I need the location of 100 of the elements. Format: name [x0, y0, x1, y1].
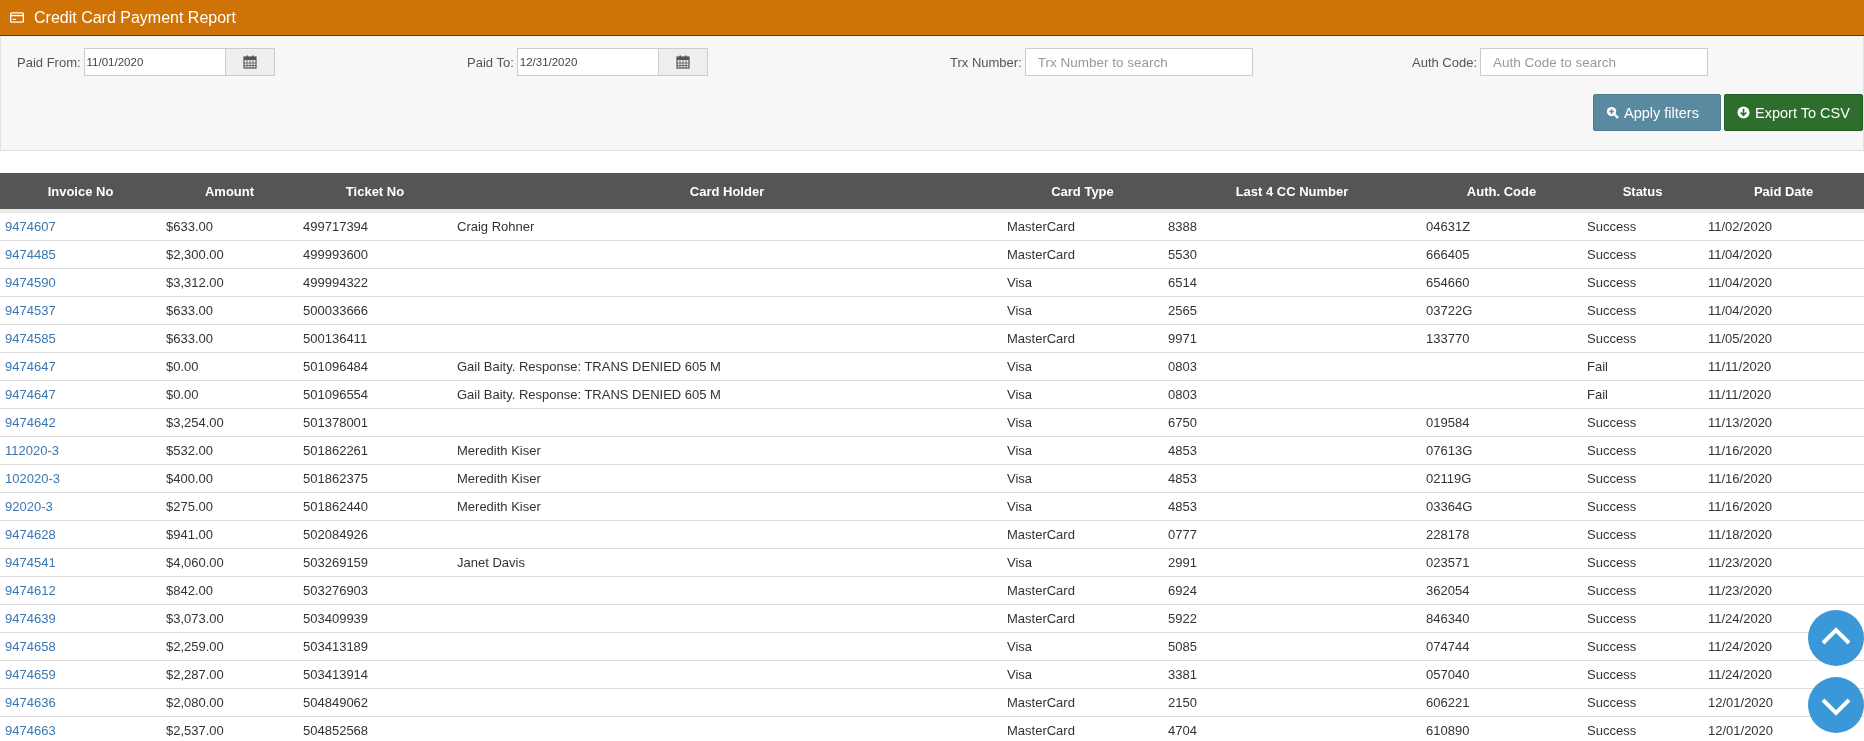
table-cell: Success [1587, 583, 1637, 598]
invoice-link[interactable]: 9474590 [5, 275, 56, 290]
table-cell: 501096484 [303, 359, 369, 374]
invoice-link[interactable]: 102020-3 [5, 471, 60, 486]
invoice-link[interactable]: 9474647 [5, 387, 56, 402]
scroll-up-button[interactable] [1808, 610, 1864, 666]
table-cell: Visa [1007, 443, 1033, 458]
invoice-link[interactable]: 9474659 [5, 667, 56, 682]
table-cell: 11/04/2020 [1708, 247, 1773, 262]
table-cell: 4704 [1168, 723, 1197, 738]
table-cell: Janet Davis [457, 555, 525, 570]
invoice-link[interactable]: 9474647 [5, 359, 56, 374]
column-header: Paid Date [1752, 183, 1815, 199]
table-cell: $400.00 [166, 471, 213, 486]
table-cell: MasterCard [1007, 331, 1075, 346]
table-cell: 2150 [1168, 695, 1197, 710]
table-cell: 501096554 [303, 387, 369, 402]
table-cell: 4853 [1168, 443, 1197, 458]
table-cell: MasterCard [1007, 695, 1075, 710]
table-cell: $2,537.00 [166, 723, 224, 738]
invoice-link[interactable]: 9474541 [5, 555, 56, 570]
column-header: Card Type [1050, 183, 1115, 199]
search-field[interactable]: Auth Code to search [1480, 48, 1709, 76]
table-cell: 666405 [1426, 247, 1470, 262]
column-header: Amount [203, 183, 256, 199]
invoice-link[interactable]: 9474642 [5, 415, 56, 430]
table-cell: 503413914 [303, 667, 369, 682]
table-cell: 846340 [1426, 611, 1470, 626]
apply-filters-button[interactable]: Apply filters [1593, 94, 1721, 131]
field-label: Paid To: [467, 54, 514, 70]
date-field[interactable]: 11/01/2020 [83, 48, 226, 76]
table-cell: 8388 [1168, 219, 1197, 234]
table-cell: 11/18/2020 [1708, 527, 1773, 542]
table-cell: 2565 [1168, 303, 1197, 318]
table-cell: 5530 [1168, 247, 1197, 262]
table-cell: 3381 [1168, 667, 1197, 682]
table-cell: 11/05/2020 [1708, 331, 1773, 346]
table-cell: Craig Rohner [457, 219, 535, 234]
table-cell: $3,073.00 [166, 611, 224, 626]
field-label: Auth Code: [1412, 54, 1478, 70]
table-cell: 499993600 [303, 247, 369, 262]
zoom-in-icon [1606, 106, 1619, 119]
download-icon [1737, 106, 1750, 119]
invoice-link[interactable]: 9474628 [5, 527, 56, 542]
invoice-link[interactable]: 9474639 [5, 611, 56, 626]
table-cell: Visa [1007, 555, 1033, 570]
invoice-link[interactable]: 9474607 [5, 219, 56, 234]
table-cell: 11/13/2020 [1708, 415, 1773, 430]
calendar-icon [242, 55, 257, 69]
table-cell: 503409939 [303, 611, 369, 626]
table-cell: $0.00 [166, 359, 199, 374]
table-cell: Success [1587, 331, 1637, 346]
table-cell: MasterCard [1007, 583, 1075, 598]
calendar-button[interactable] [658, 48, 708, 76]
table-cell: 11/11/2020 [1708, 387, 1772, 402]
column-header: Card Holder [688, 183, 766, 199]
search-field[interactable]: Trx Number to search [1024, 48, 1253, 76]
table-cell: $941.00 [166, 527, 213, 542]
invoice-link[interactable]: 9474485 [5, 247, 56, 262]
table-cell: $633.00 [166, 219, 213, 234]
date-field[interactable]: 12/31/2020 [516, 48, 659, 76]
column-header: Last 4 CC Number [1234, 183, 1350, 199]
table-cell: $2,259.00 [166, 639, 224, 654]
table-cell: $2,080.00 [166, 695, 224, 710]
table-cell: 12/01/2020 [1708, 723, 1774, 738]
table-cell: 228178 [1426, 527, 1470, 542]
table-cell: $0.00 [166, 387, 199, 402]
invoice-link[interactable]: 9474612 [5, 583, 56, 598]
table-cell: 499994322 [303, 275, 369, 290]
invoice-link[interactable]: 9474636 [5, 695, 56, 710]
table-cell: 500033666 [303, 303, 369, 318]
table-cell: 03364G [1426, 499, 1473, 514]
table-cell: 6514 [1168, 275, 1197, 290]
calendar-button[interactable] [225, 48, 275, 76]
table-cell: 501862261 [303, 443, 369, 458]
invoice-link[interactable]: 9474658 [5, 639, 56, 654]
table-cell: 11/23/2020 [1708, 555, 1773, 570]
table-cell: Visa [1007, 639, 1033, 654]
table-cell: Visa [1007, 471, 1033, 486]
table-cell: 501378001 [303, 415, 369, 430]
table-cell: 6924 [1168, 583, 1197, 598]
invoice-link[interactable]: 112020-3 [5, 443, 59, 458]
table-cell: Visa [1007, 359, 1033, 374]
scroll-down-button[interactable] [1808, 677, 1864, 733]
table-cell: $275.00 [166, 499, 213, 514]
table-cell: 133770 [1426, 331, 1470, 346]
table-cell: 4853 [1168, 471, 1197, 486]
table-cell: 610890 [1426, 723, 1470, 738]
table-cell: Success [1587, 443, 1637, 458]
table-cell: 503413189 [303, 639, 369, 654]
table-cell: 11/24/2020 [1708, 667, 1773, 682]
invoice-link[interactable]: 92020-3 [5, 499, 53, 514]
invoice-link[interactable]: 9474585 [5, 331, 56, 346]
table-cell: Success [1587, 611, 1637, 626]
export-csv-button[interactable]: Export To CSV [1724, 94, 1863, 131]
invoice-link[interactable]: 9474537 [5, 303, 56, 318]
table-cell: MasterCard [1007, 247, 1075, 262]
invoice-link[interactable]: 9474663 [5, 723, 56, 738]
field-label: Trx Number: [950, 54, 1022, 70]
table-cell: Success [1587, 667, 1637, 682]
